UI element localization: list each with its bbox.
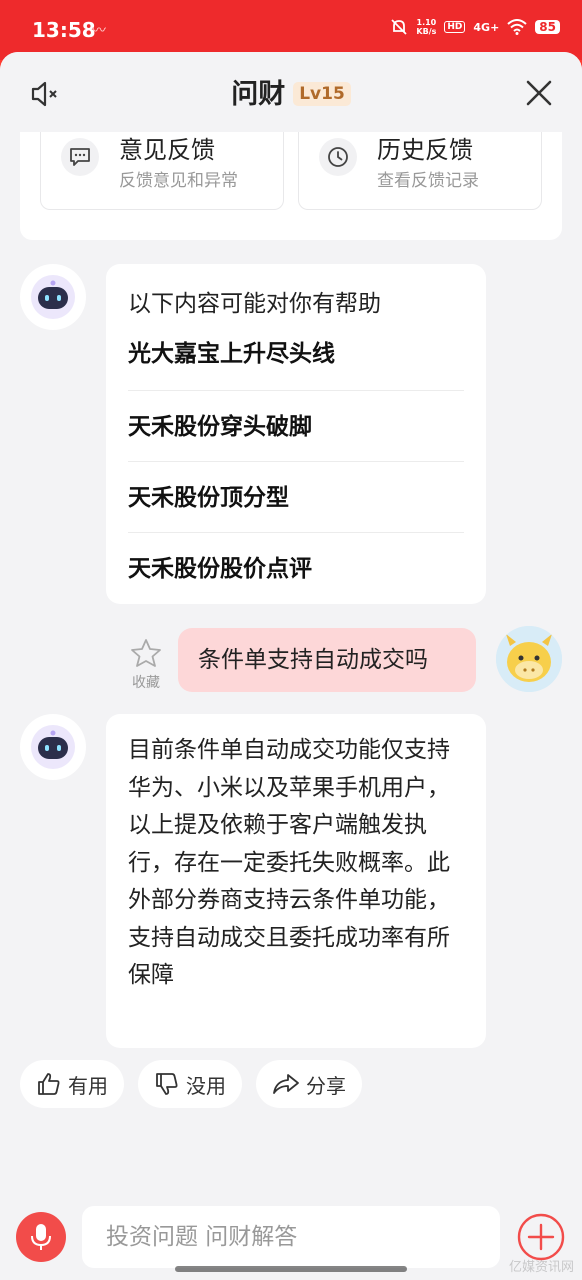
feedback-subtitle: 反馈意见和异常 xyxy=(119,171,238,191)
watermark: 亿媒资讯网 xyxy=(508,1260,574,1275)
cow-avatar-icon xyxy=(496,626,562,692)
status-icons: 1.10 KB/s HD 4G+ 85 xyxy=(390,18,560,36)
suggestion-item[interactable]: 天禾股份顶分型 xyxy=(128,461,464,533)
useful-label: 有用 xyxy=(68,1073,108,1098)
hd-icon: HD xyxy=(444,21,466,33)
question-input[interactable]: 投资问题 问财解答 xyxy=(82,1206,500,1268)
user-avatar xyxy=(496,626,562,692)
history-title: 历史反馈 xyxy=(377,136,473,164)
suggestion-bubble: 以下内容可能对你有帮助 光大嘉宝上升尽头线 天禾股份穿头破脚 天禾股份顶分型 天… xyxy=(106,264,486,604)
history-feedback-button[interactable]: 历史反馈 查看反馈记录 xyxy=(298,122,542,210)
microphone-icon xyxy=(31,1224,51,1250)
status-bar: 13:58 〰 1.10 KB/s HD 4G+ 85 xyxy=(0,0,582,60)
favorite-label: 收藏 xyxy=(132,675,160,691)
share-arrow-icon xyxy=(273,1074,299,1094)
robot-icon xyxy=(31,275,75,319)
plus-icon[interactable] xyxy=(516,1212,566,1262)
thumbs-down-icon xyxy=(156,1073,178,1095)
share-label: 分享 xyxy=(306,1073,346,1098)
voice-button[interactable] xyxy=(16,1212,66,1262)
bot-avatar xyxy=(20,714,86,780)
star-icon xyxy=(131,639,161,667)
suggestion-item[interactable]: 天禾股份穿头破脚 xyxy=(128,390,464,462)
level-badge: Lv15 xyxy=(293,82,351,106)
signal-icon: 4G+ xyxy=(473,20,500,34)
status-time: 13:58 xyxy=(32,18,96,42)
favorite-button[interactable]: 收藏 xyxy=(128,638,164,692)
page-title: 问财 xyxy=(231,79,286,110)
suggestion-heading: 以下内容可能对你有帮助 xyxy=(128,291,381,317)
mute-bell-icon xyxy=(391,19,408,35)
user-message-bubble: 条件单支持自动成交吗 xyxy=(178,628,476,692)
wifi-icon xyxy=(507,19,527,35)
chat-sheet: 问财 Lv15 意见反馈 反馈意见和异常 历史反馈 查看反馈记录 以下内容可能对… xyxy=(0,52,582,1280)
title-wrap: 问财 Lv15 xyxy=(0,72,582,111)
home-indicator[interactable] xyxy=(175,1266,407,1272)
answer-actions: 有用 没用 分享 xyxy=(20,1060,362,1108)
message-icon xyxy=(61,138,99,176)
stock-notification-icon: 〰 xyxy=(92,23,106,39)
feedback-title: 意见反馈 xyxy=(119,136,215,164)
useful-button[interactable]: 有用 xyxy=(20,1060,124,1108)
answer-text: 目前条件单自动成交功能仅支持华为、小米以及苹果手机用户，以上提及依赖于客户端触发… xyxy=(128,737,450,988)
robot-icon xyxy=(31,725,75,769)
clock-icon xyxy=(319,138,357,176)
useless-label: 没用 xyxy=(186,1073,226,1098)
feedback-button[interactable]: 意见反馈 反馈意见和异常 xyxy=(40,122,284,210)
header: 问财 Lv15 xyxy=(0,52,582,132)
close-icon[interactable] xyxy=(524,78,554,108)
useless-button[interactable]: 没用 xyxy=(138,1060,242,1108)
thumbs-up-icon xyxy=(38,1073,60,1095)
suggestion-item[interactable]: 光大嘉宝上升尽头线 xyxy=(128,318,464,390)
suggestion-item[interactable]: 天禾股份股价点评 xyxy=(128,532,464,604)
answer-bubble: 目前条件单自动成交功能仅支持华为、小米以及苹果手机用户，以上提及依赖于客户端触发… xyxy=(106,714,486,1048)
history-subtitle: 查看反馈记录 xyxy=(377,171,479,191)
battery-icon: 85 xyxy=(535,20,560,34)
net-speed: 1.10 KB/s xyxy=(416,18,437,36)
share-button[interactable]: 分享 xyxy=(256,1060,362,1108)
bot-avatar xyxy=(20,264,86,330)
